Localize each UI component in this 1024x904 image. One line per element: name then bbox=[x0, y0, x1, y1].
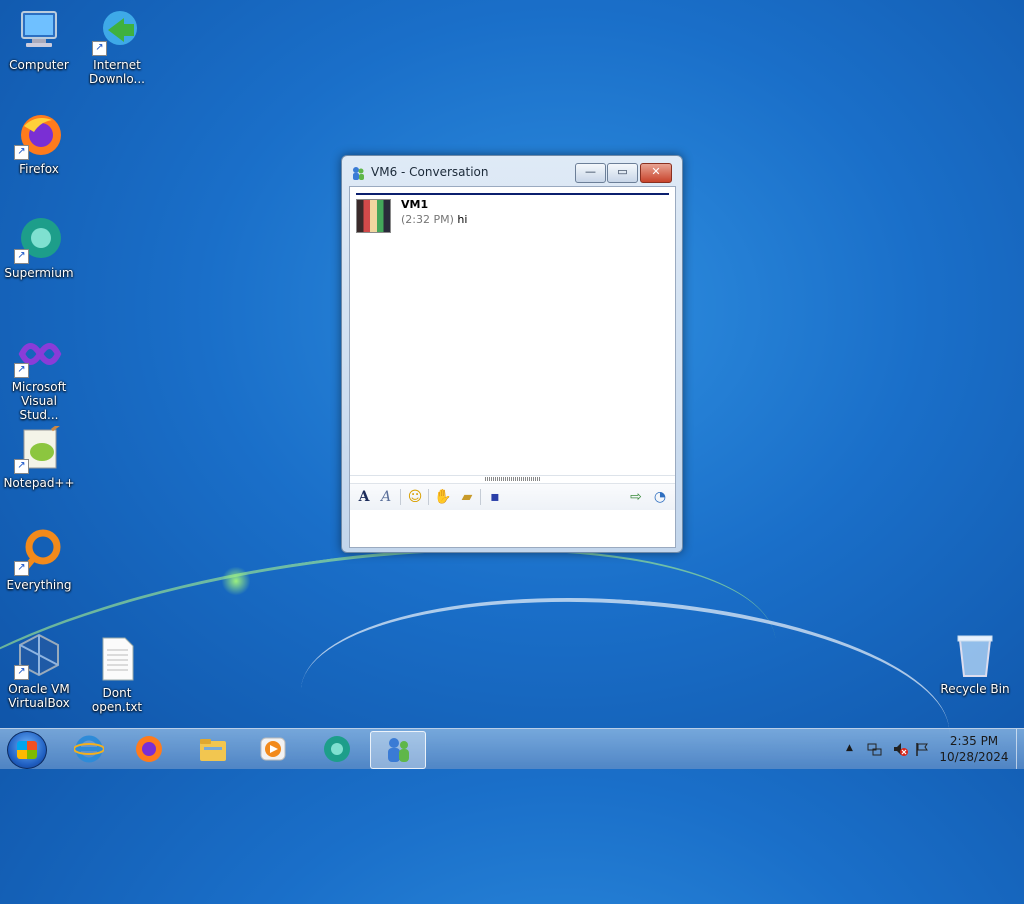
messenger-buddy-icon bbox=[383, 736, 413, 764]
history-top-divider bbox=[356, 193, 669, 195]
folder-icon bbox=[198, 735, 228, 763]
shortcut-arrow-icon: ↗ bbox=[14, 459, 29, 474]
clock-time: 2:35 PM bbox=[949, 734, 999, 748]
shortcut-arrow-icon: ↗ bbox=[14, 249, 29, 264]
close-icon: ✕ bbox=[651, 165, 661, 178]
emoticon-icon[interactable]: ☺ bbox=[405, 487, 425, 507]
shortcut-arrow-icon: ↗ bbox=[14, 665, 29, 680]
message-input[interactable] bbox=[350, 510, 675, 547]
text-file-icon bbox=[94, 636, 140, 682]
desktop-icon-label: Internet Downlo... bbox=[89, 58, 145, 86]
desktop-icon-internet-download-manager[interactable]: ↗ Internet Downlo... bbox=[80, 8, 154, 86]
desktop-icon-label: Everything bbox=[6, 578, 72, 592]
maximize-button[interactable]: ▭ bbox=[607, 163, 638, 183]
desktop-icon-label: Recycle Bin bbox=[940, 682, 1010, 696]
toolbar-separator bbox=[428, 489, 429, 505]
taskbar-supermium[interactable] bbox=[310, 731, 364, 767]
invite-icon[interactable]: ⇨ bbox=[626, 487, 646, 507]
windows-logo-icon bbox=[17, 741, 37, 759]
computer-icon bbox=[16, 8, 62, 54]
window-title: VM6 - Conversation bbox=[371, 165, 489, 179]
taskbar-messenger[interactable] bbox=[370, 731, 426, 769]
desktop-icon-dont-open-txt[interactable]: Dont open.txt bbox=[80, 636, 154, 714]
desktop-icon-computer[interactable]: Computer bbox=[2, 8, 76, 72]
maximize-icon: ▭ bbox=[617, 165, 628, 178]
taskbar-internet-explorer[interactable] bbox=[62, 731, 116, 767]
media-player-icon bbox=[258, 735, 288, 763]
font-style-icon[interactable]: A bbox=[376, 487, 396, 507]
minimize-icon: — bbox=[585, 165, 596, 178]
firefox-icon bbox=[134, 735, 164, 763]
system-clock[interactable]: 2:35 PM 10/28/2024 bbox=[936, 733, 1012, 765]
window-titlebar[interactable]: VM6 - Conversation — ▭ ✕ bbox=[342, 156, 682, 186]
shortcut-arrow-icon: ↗ bbox=[14, 145, 29, 160]
desktop-icon-notepad-plus-plus[interactable]: ↗ Notepad++ bbox=[2, 422, 76, 490]
splitter-grip[interactable] bbox=[485, 477, 540, 481]
desktop-icon-label: Computer bbox=[9, 58, 69, 72]
idm-icon: ↗ bbox=[92, 8, 140, 56]
start-button[interactable] bbox=[7, 731, 47, 769]
wallpaper-flare bbox=[222, 566, 250, 596]
visual-studio-icon: ↗ bbox=[14, 330, 62, 378]
taskbar-firefox[interactable] bbox=[122, 731, 176, 767]
font-icon[interactable]: A bbox=[354, 487, 374, 507]
desktop-icon-label: Notepad++ bbox=[3, 476, 75, 490]
desktop-icon-label: Oracle VM VirtualBox bbox=[8, 682, 70, 710]
taskbar: ▲ 2:35 PM 10/28/2024 bbox=[0, 728, 1024, 769]
message-text: hi bbox=[457, 213, 468, 226]
desktop-icon-label: Dont open.txt bbox=[91, 686, 143, 714]
volume-muted-icon[interactable] bbox=[892, 741, 908, 761]
virtualbox-icon: ↗ bbox=[14, 632, 62, 680]
file-transfer-icon[interactable]: ▰ bbox=[457, 487, 477, 507]
desktop-icon-virtualbox[interactable]: ↗ Oracle VM VirtualBox bbox=[2, 632, 76, 710]
supermium-icon bbox=[322, 735, 352, 763]
messenger-buddy-icon bbox=[351, 165, 365, 180]
network-icon[interactable] bbox=[866, 741, 882, 761]
toolbar-separator bbox=[480, 489, 481, 505]
message-time: (2:32 PM) bbox=[401, 213, 454, 226]
history-icon[interactable]: ◔ bbox=[650, 487, 670, 507]
action-center-flag-icon[interactable] bbox=[914, 741, 930, 761]
firefox-icon: ↗ bbox=[14, 112, 62, 160]
conversation-window[interactable]: VM6 - Conversation — ▭ ✕ VM1 (2:32 PM) h… bbox=[341, 155, 683, 553]
everything-search-icon: ↗ bbox=[14, 528, 62, 576]
desktop-icon-everything[interactable]: ↗ Everything bbox=[2, 528, 76, 592]
nudge-icon[interactable]: ✋ bbox=[433, 487, 453, 507]
conversation-client-area: VM1 (2:32 PM) hi A A ☺ ✋ ▰ ▪ ⇨ ◔ bbox=[349, 186, 676, 548]
desktop-icon-recycle-bin[interactable]: Recycle Bin bbox=[938, 632, 1012, 696]
show-desktop-button[interactable] bbox=[1016, 729, 1024, 769]
show-hidden-icons-chevron-icon[interactable]: ▲ bbox=[846, 743, 853, 753]
shortcut-arrow-icon: ↗ bbox=[14, 363, 29, 378]
supermium-icon: ↗ bbox=[14, 216, 62, 264]
internet-explorer-icon bbox=[73, 735, 105, 763]
desktop-icon-label: Microsoft Visual Stud... bbox=[11, 380, 67, 422]
contact-avatar[interactable] bbox=[356, 199, 391, 233]
save-icon[interactable]: ▪ bbox=[485, 487, 505, 507]
desktop-icon-label: Supermium bbox=[4, 266, 74, 280]
shortcut-arrow-icon: ↗ bbox=[14, 561, 29, 576]
desktop-icon-supermium[interactable]: ↗ Supermium bbox=[2, 216, 76, 280]
notepad-plus-plus-icon: ↗ bbox=[14, 422, 62, 474]
minimize-button[interactable]: — bbox=[575, 163, 606, 183]
message-line: (2:32 PM) hi bbox=[401, 213, 467, 226]
desktop-icon-firefox[interactable]: ↗ Firefox bbox=[2, 112, 76, 176]
desktop-icon-visual-studio[interactable]: ↗ Microsoft Visual Stud... bbox=[2, 330, 76, 422]
recycle-bin-icon bbox=[952, 632, 998, 678]
pane-splitter[interactable] bbox=[350, 475, 675, 482]
taskbar-media-player[interactable] bbox=[246, 731, 300, 767]
compose-toolbar: A A ☺ ✋ ▰ ▪ ⇨ ◔ bbox=[350, 483, 675, 511]
close-button[interactable]: ✕ bbox=[640, 163, 672, 183]
message-sender: VM1 bbox=[401, 198, 429, 211]
clock-date: 10/28/2024 bbox=[939, 750, 1009, 764]
toolbar-separator bbox=[400, 489, 401, 505]
shortcut-arrow-icon: ↗ bbox=[92, 41, 107, 56]
desktop-icon-label: Firefox bbox=[19, 162, 59, 176]
taskbar-file-explorer[interactable] bbox=[186, 731, 240, 767]
